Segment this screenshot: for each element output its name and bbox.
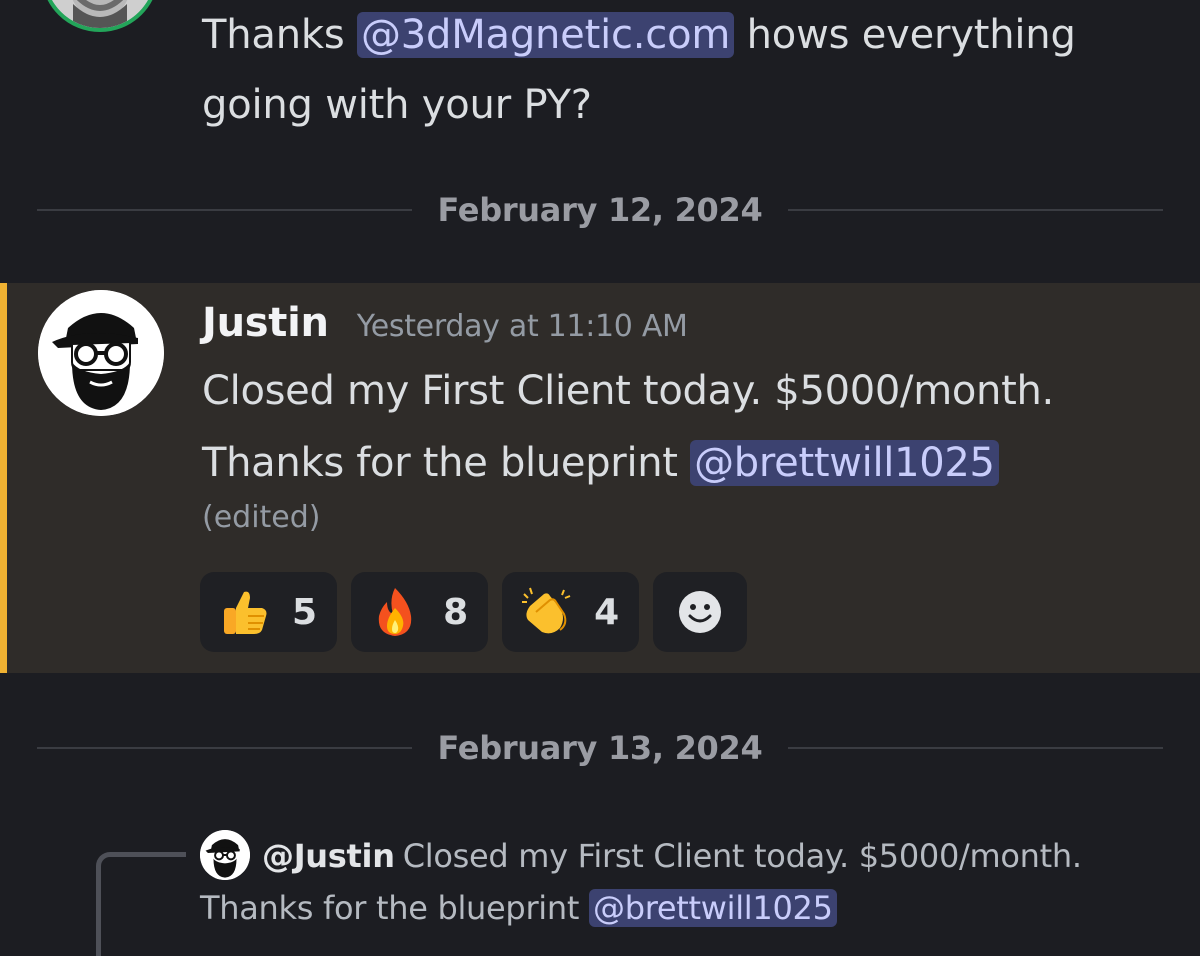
date-divider: February 13, 2024: [37, 728, 1163, 768]
person-photo-icon: [45, 0, 155, 28]
user-avatar[interactable]: [41, 0, 159, 32]
reply-spine: [96, 852, 186, 956]
user-mention[interactable]: @brettwill1025: [690, 440, 999, 486]
reaction-count: 4: [594, 591, 620, 633]
reaction-count: 5: [292, 591, 318, 633]
chat-view: Thanks @3dMagnetic.com hows everything g…: [0, 0, 1200, 956]
bearded-man-cap-icon: [38, 290, 164, 416]
user-mention[interactable]: @3dMagnetic.com: [356, 12, 735, 58]
reply-username[interactable]: @Justin: [262, 837, 395, 875]
reaction-clapping-hands[interactable]: 4: [502, 572, 640, 652]
message-content: Closed my First Client today. $5000/mont…: [202, 355, 1177, 499]
message-line: Thanks for the blueprint @brettwill1025: [202, 427, 1177, 499]
divider-date: February 13, 2024: [437, 729, 763, 767]
clapping-hands-icon: [522, 587, 571, 634]
fire-icon: [378, 588, 412, 636]
reactions-bar: 5 8 4: [200, 572, 748, 652]
message-header: Justin Yesterday at 11:10 AM: [202, 300, 688, 356]
edited-label: (edited): [202, 500, 321, 535]
message-line: Closed my First Client today. $5000/mont…: [202, 368, 1054, 414]
previous-message-text: Thanks @3dMagnetic.com hows everything g…: [202, 12, 1076, 128]
divider-date: February 12, 2024: [437, 191, 763, 229]
highlight-bar: [0, 283, 7, 673]
reaction-thumbs-up[interactable]: 5: [200, 572, 338, 652]
divider-line: [37, 747, 412, 749]
user-mention[interactable]: @brettwill1025: [589, 889, 837, 927]
smiley-icon: [679, 591, 722, 633]
divider-line: [788, 747, 1163, 749]
thumbs-up-icon: [224, 591, 267, 634]
justin-avatar[interactable]: [38, 290, 164, 416]
reaction-fire[interactable]: 8: [351, 572, 489, 652]
divider-line: [37, 209, 412, 211]
divider-line: [788, 209, 1163, 211]
timestamp: Yesterday at 11:10 AM: [356, 309, 688, 344]
add-reaction-button[interactable]: [653, 572, 748, 652]
reply-preview[interactable]: @Justin Closed my First Client today. $50…: [200, 830, 1160, 934]
reaction-count: 8: [443, 591, 469, 633]
username[interactable]: Justin: [202, 300, 329, 346]
date-divider: February 12, 2024: [37, 190, 1163, 230]
